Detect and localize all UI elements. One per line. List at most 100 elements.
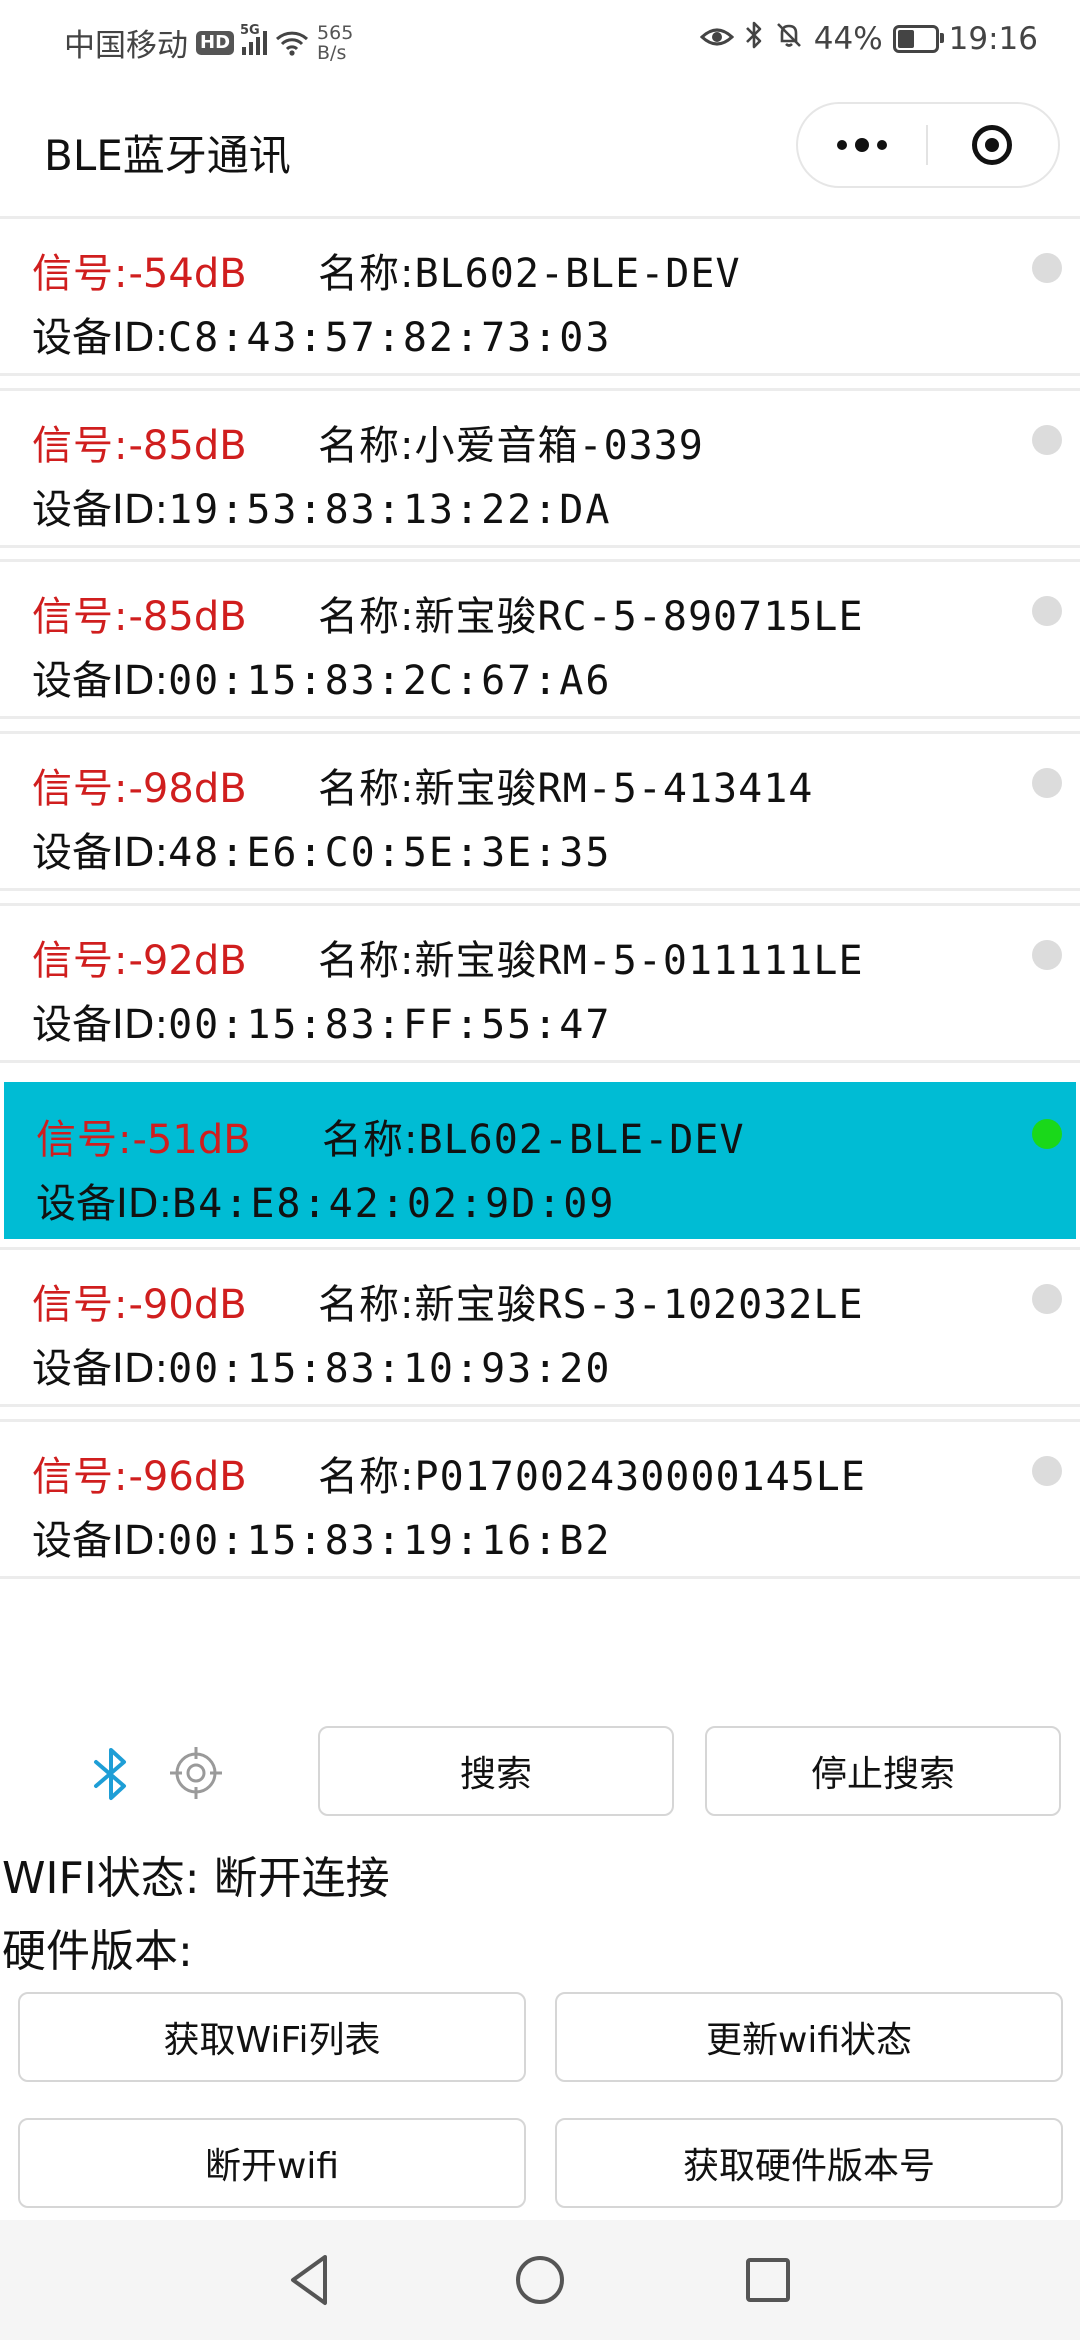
device-id: 设备ID:B4:E8:42:02:9D:09 xyxy=(36,1171,615,1229)
device-row[interactable]: 信号:-51dB 名称:BL602-BLE-DEV 设备ID:B4:E8:42:02… xyxy=(4,1082,1076,1239)
device-name: 名称:小爱音箱-0339 xyxy=(318,413,704,471)
signal-value: -51dB xyxy=(132,1117,251,1163)
hd-badge: HD xyxy=(196,30,235,55)
device-row[interactable]: 信号:-92dB 名称:新宝骏RM-5-011111LE 设备ID:00:15:83… xyxy=(0,903,1080,1063)
name-value: BL602-BLE-DEV xyxy=(418,1117,745,1163)
device-signal: 信号:-51dB xyxy=(36,1107,251,1165)
carrier-name: 中国移动 xyxy=(64,28,188,64)
name-value: 新宝骏RM-5-011111LE xyxy=(414,938,864,984)
recents-button[interactable] xyxy=(708,2220,828,2340)
connection-status-dot xyxy=(1032,253,1062,283)
network-speed-unit: B/s xyxy=(317,41,347,64)
device-id: 设备ID:19:53:83:13:22:DA xyxy=(32,477,611,535)
device-id-value: B4:E8:42:02:9D:09 xyxy=(172,1181,616,1227)
connection-status-dot xyxy=(1032,1284,1062,1314)
device-id-value: 00:15:83:FF:55:47 xyxy=(168,1002,612,1048)
signal-label: 信号: xyxy=(32,423,129,469)
wifi-status-label: WIFI状态: xyxy=(2,1853,200,1904)
device-signal: 信号:-85dB xyxy=(32,584,247,642)
locate-icon[interactable] xyxy=(168,1745,224,1801)
device-id-label: 设备ID: xyxy=(32,315,169,361)
close-mini-program-button[interactable] xyxy=(928,104,1056,186)
bluetooth-icon[interactable] xyxy=(84,1744,138,1804)
stop-search-button[interactable]: 停止搜索 xyxy=(705,1726,1061,1816)
device-name: 名称:BL602-BLE-DEV xyxy=(322,1107,745,1165)
hw-version-label: 硬件版本: xyxy=(2,1926,193,1977)
name-label: 名称: xyxy=(318,1282,415,1328)
device-id-label: 设备ID: xyxy=(32,1002,169,1048)
device-id-value: C8:43:57:82:73:03 xyxy=(168,315,612,361)
device-row[interactable]: 信号:-54dB 名称:BL602-BLE-DEV 设备ID:C8:43:57:82… xyxy=(0,216,1080,376)
device-id: 设备ID:00:15:83:2C:67:A6 xyxy=(32,648,611,706)
network-speed-value: 565 xyxy=(317,21,354,44)
device-row[interactable]: 信号:-85dB 名称:新宝骏RC-5-890715LE 设备ID:00:15:83… xyxy=(0,559,1080,719)
name-value: 新宝骏RC-5-890715LE xyxy=(414,594,864,640)
status-bar: 中国移动 HD 5G 565 B/s 44% 19:16 xyxy=(0,0,1080,80)
wifi-status-line: WIFI状态: 断开连接 xyxy=(2,1842,390,1906)
device-signal: 信号:-92dB xyxy=(32,928,247,986)
device-signal: 信号:-96dB xyxy=(32,1444,247,1502)
name-label: 名称: xyxy=(322,1117,419,1163)
device-id-label: 设备ID: xyxy=(32,487,169,533)
device-id-value: 00:15:83:19:16:B2 xyxy=(168,1518,612,1564)
get-hw-version-button[interactable]: 获取硬件版本号 xyxy=(555,2118,1063,2208)
network-speed: 565 B/s xyxy=(317,23,353,63)
signal-value: -92dB xyxy=(128,938,247,984)
search-button[interactable]: 搜索 xyxy=(318,1726,674,1816)
device-id-label: 设备ID: xyxy=(36,1181,173,1227)
device-signal: 信号:-54dB xyxy=(32,241,247,299)
name-value: 新宝骏RS-3-102032LE xyxy=(414,1282,864,1328)
more-menu-button[interactable] xyxy=(798,104,926,186)
name-value: P017002430000145LE xyxy=(414,1454,866,1500)
name-label: 名称: xyxy=(318,766,415,812)
name-label: 名称: xyxy=(318,594,415,640)
wifi-icon xyxy=(275,30,309,56)
signal-label: 信号: xyxy=(32,938,129,984)
name-label: 名称: xyxy=(318,938,415,984)
device-id-value: 19:53:83:13:22:DA xyxy=(168,487,612,533)
battery-percent: 44% xyxy=(813,21,883,57)
name-value: 新宝骏RM-5-413414 xyxy=(414,766,814,812)
device-row[interactable]: 信号:-90dB 名称:新宝骏RS-3-102032LE 设备ID:00:15:83… xyxy=(0,1247,1080,1407)
device-id-label: 设备ID: xyxy=(32,658,169,704)
name-label: 名称: xyxy=(318,423,415,469)
device-name: 名称:新宝骏RM-5-011111LE xyxy=(318,928,864,986)
mini-program-capsule xyxy=(796,102,1060,188)
signal-label: 信号: xyxy=(36,1117,133,1163)
eye-icon xyxy=(699,21,734,57)
connection-status-dot xyxy=(1032,1119,1062,1149)
device-id-value: 00:15:83:2C:67:A6 xyxy=(168,658,612,704)
device-row[interactable]: 信号:-96dB 名称:P017002430000145LE 设备ID:00:15:… xyxy=(0,1419,1080,1579)
home-button[interactable] xyxy=(480,2220,600,2340)
battery-icon xyxy=(892,25,944,53)
device-row[interactable]: 信号:-85dB 名称:小爱音箱-0339 设备ID:19:53:83:13:22:… xyxy=(0,388,1080,548)
name-label: 名称: xyxy=(318,1454,415,1500)
name-label: 名称: xyxy=(318,251,415,297)
device-id-label: 设备ID: xyxy=(32,830,169,876)
wifi-status-value: 断开连接 xyxy=(213,1853,390,1904)
device-signal: 信号:-98dB xyxy=(32,756,247,814)
signal-value: -96dB xyxy=(128,1454,247,1500)
connection-status-dot xyxy=(1032,768,1062,798)
hw-version-line: 硬件版本: xyxy=(2,1915,193,1979)
device-row[interactable]: 信号:-98dB 名称:新宝骏RM-5-413414 设备ID:48:E6:C0:5… xyxy=(0,731,1080,891)
device-id: 设备ID:00:15:83:19:16:B2 xyxy=(32,1508,611,1566)
connection-status-dot xyxy=(1032,596,1062,626)
get-wifi-list-button[interactable]: 获取WiFi列表 xyxy=(18,1992,526,2082)
update-wifi-status-button[interactable]: 更新wifi状态 xyxy=(555,1992,1063,2082)
signal-label: 信号: xyxy=(32,1454,129,1500)
status-bar-right: 44% 19:16 xyxy=(699,20,1038,58)
back-button[interactable] xyxy=(250,2220,370,2340)
device-id-value: 48:E6:C0:5E:3E:35 xyxy=(168,830,612,876)
cell-signal-icon: 5G xyxy=(240,23,268,55)
disconnect-wifi-button[interactable]: 断开wifi xyxy=(18,2118,526,2208)
signal-label: 信号: xyxy=(32,766,129,812)
device-id: 设备ID:00:15:83:10:93:20 xyxy=(32,1336,611,1394)
connection-status-dot xyxy=(1032,425,1062,455)
clock: 19:16 xyxy=(948,21,1038,57)
connection-status-dot xyxy=(1032,1456,1062,1486)
device-id: 设备ID:C8:43:57:82:73:03 xyxy=(32,305,611,363)
system-nav-bar xyxy=(0,2220,1080,2340)
device-id-label: 设备ID: xyxy=(32,1346,169,1392)
signal-value: -85dB xyxy=(128,423,247,469)
